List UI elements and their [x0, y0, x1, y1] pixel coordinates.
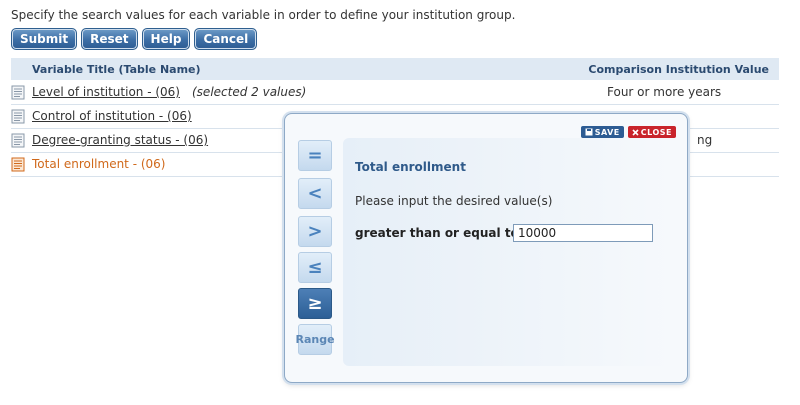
close-icon [632, 128, 639, 136]
value-input[interactable] [513, 224, 653, 242]
dialog-prompt: Please input the desired value(s) [355, 194, 553, 208]
document-icon [11, 133, 25, 148]
greater-than-operator-button[interactable]: > [298, 216, 332, 247]
submit-button[interactable]: Submit [11, 28, 78, 50]
save-button[interactable]: SAVE [580, 126, 624, 138]
dialog-actions: SAVE CLOSE [580, 126, 676, 138]
variable-link-degree-granting-status[interactable]: Degree-granting status - (06) [32, 133, 208, 147]
save-label: SAVE [594, 127, 620, 137]
range-operator-button[interactable]: Range [295, 324, 335, 355]
value-input-dialog: = < > ≤ ≥ Range SAVE CLOSE Total enrollm… [284, 113, 688, 383]
close-label: CLOSE [640, 127, 672, 137]
header-variable-title: Variable Title (Table Name) [32, 63, 201, 76]
variable-link-level-of-institution[interactable]: Level of institution - (06) [32, 85, 180, 99]
operator-label: greater than or equal to [355, 226, 519, 240]
table-header: Variable Title (Table Name) Comparison I… [11, 58, 779, 80]
input-panel: Total enrollment Please input the desire… [343, 138, 673, 366]
variable-link-total-enrollment[interactable]: Total enrollment - (06) [32, 157, 165, 171]
selected-values-note: (selected 2 values) [192, 85, 307, 99]
action-buttons: Submit Reset Help Cancel [11, 28, 258, 50]
document-icon [11, 109, 25, 124]
comparison-value: ng [697, 133, 713, 147]
instruction-text: Specify the search values for each varia… [11, 8, 516, 22]
table-row: Level of institution - (06) (selected 2 … [11, 81, 779, 105]
document-icon-active [11, 157, 25, 172]
cancel-button[interactable]: Cancel [194, 28, 258, 50]
reset-button[interactable]: Reset [81, 28, 138, 50]
variable-link-control-of-institution[interactable]: Control of institution - (06) [32, 109, 192, 123]
less-equal-operator-button[interactable]: ≤ [298, 252, 332, 283]
greater-equal-operator-button[interactable]: ≥ [298, 288, 332, 319]
close-button[interactable]: CLOSE [627, 126, 676, 138]
less-than-operator-button[interactable]: < [298, 178, 332, 209]
save-icon [585, 128, 593, 136]
comparison-value: Four or more years [607, 85, 722, 99]
document-icon [11, 85, 25, 100]
equal-operator-button[interactable]: = [298, 140, 332, 171]
dialog-title: Total enrollment [355, 160, 466, 174]
header-comparison-value: Comparison Institution Value [588, 63, 769, 76]
help-button[interactable]: Help [141, 28, 191, 50]
